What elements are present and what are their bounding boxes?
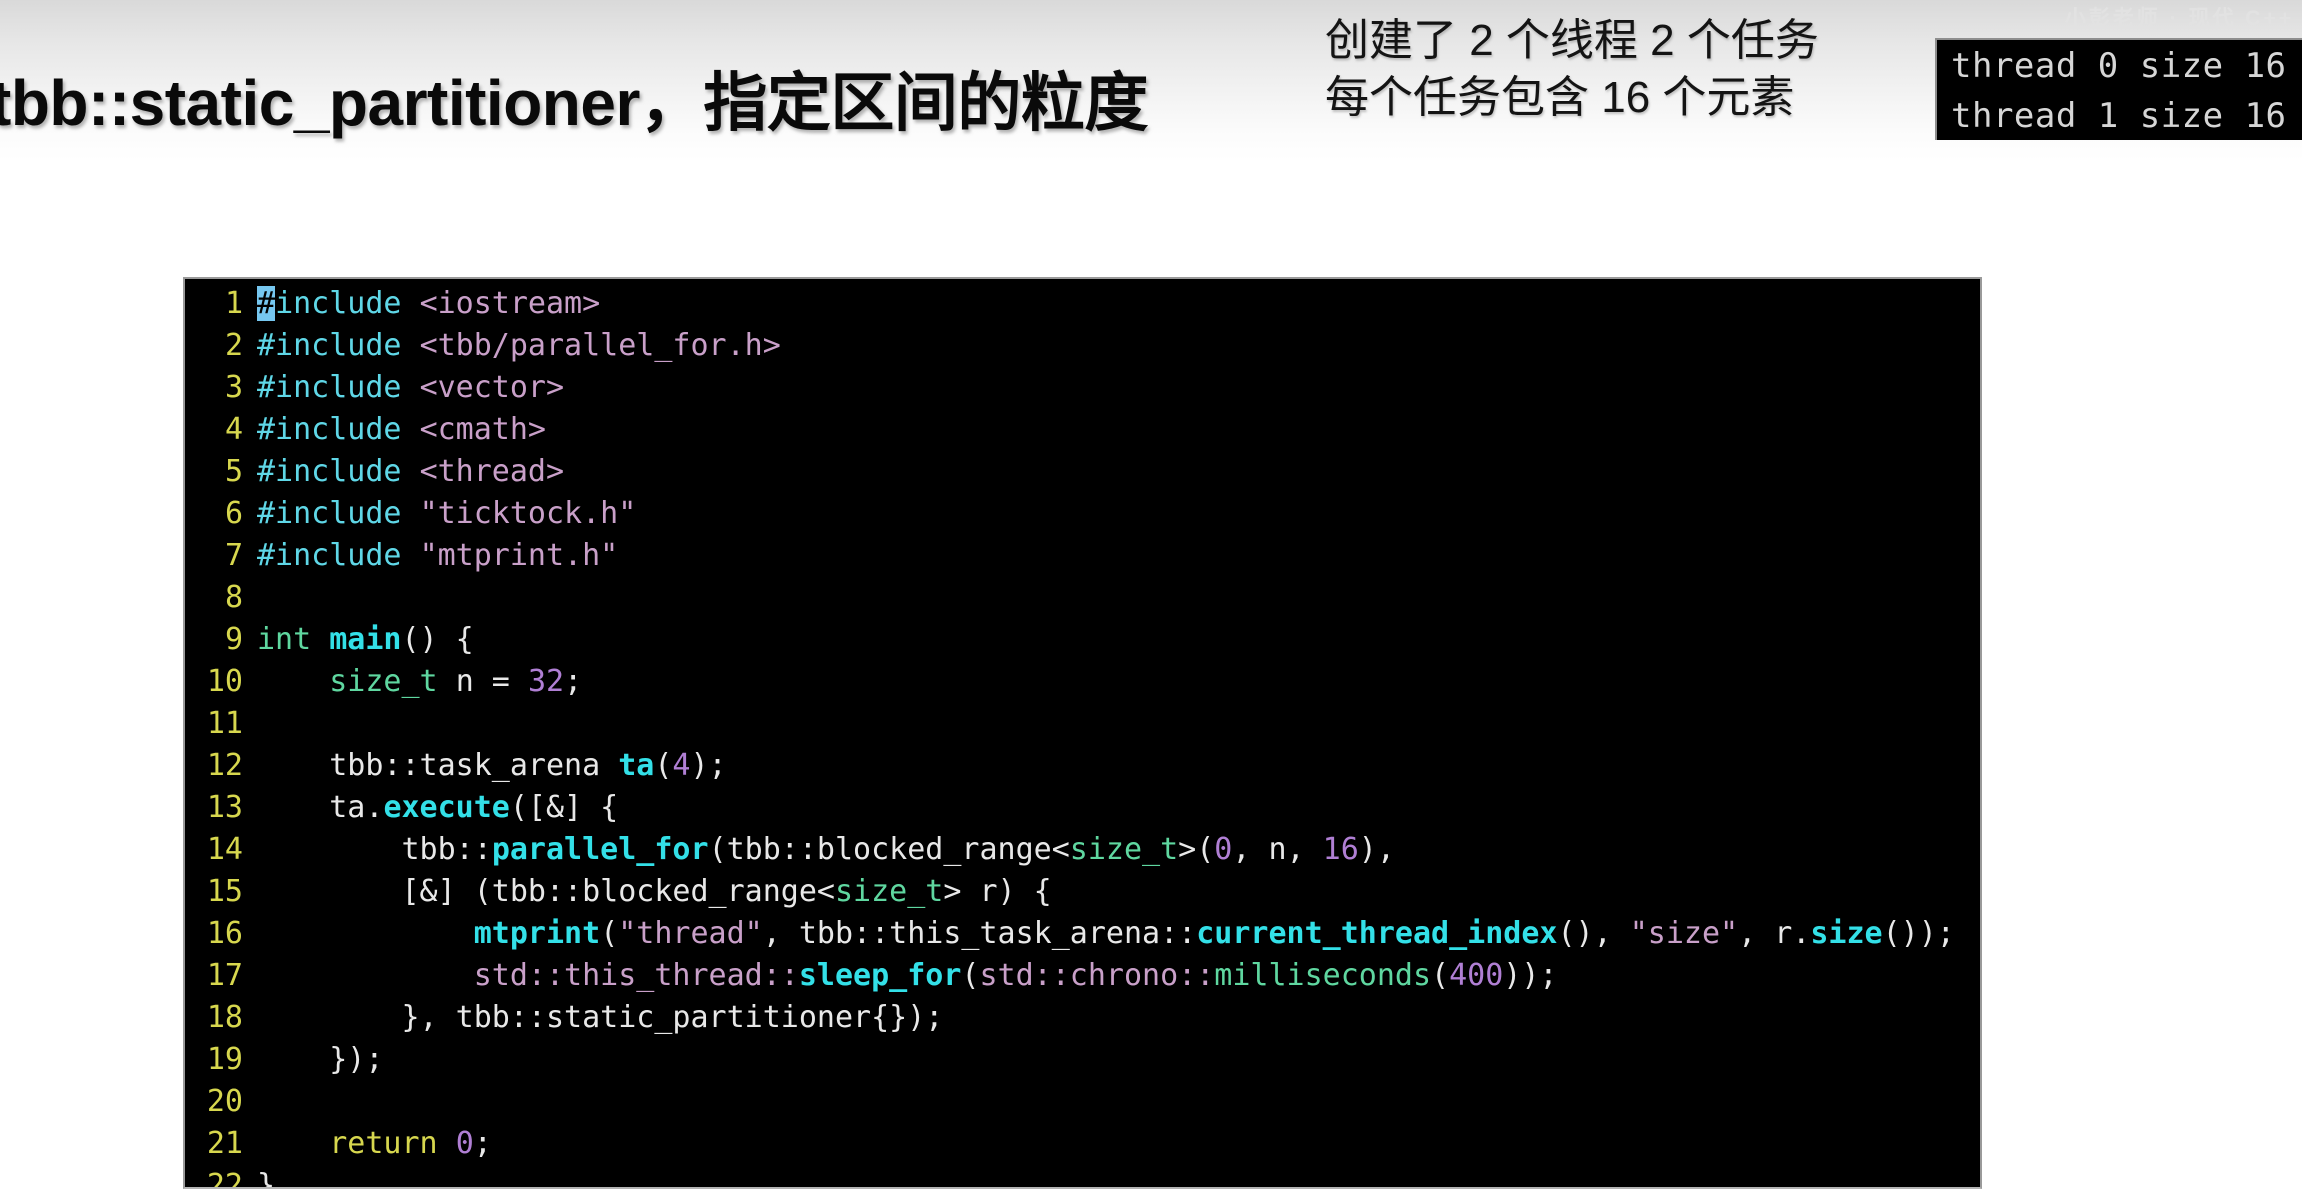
code-line-row: 15 [&] (tbb::blocked_range<size_t> r) {: [185, 871, 1980, 913]
code-line-content[interactable]: }, tbb::static_partitioner{});: [257, 997, 944, 1039]
code-line-row: 18 }, tbb::static_partitioner{});: [185, 997, 1980, 1039]
code-line-row: 7 #include "mtprint.h": [185, 535, 1980, 577]
line-number: 21: [206, 1126, 243, 1161]
code-line-content[interactable]: #include <iostream>: [257, 283, 600, 325]
line-number: 9: [224, 622, 243, 657]
code-line-content[interactable]: #include <cmath>: [257, 409, 546, 451]
terminal-output-panel: thread 0 size 16 thread 1 size 16: [1935, 38, 2302, 140]
code-line-row: 21 return 0;: [185, 1123, 1980, 1165]
code-line-content[interactable]: #include <thread>: [257, 451, 564, 493]
code-line-content[interactable]: #include <tbb/parallel_for.h>: [257, 325, 781, 367]
code-line-content[interactable]: mtprint("thread", tbb::this_task_arena::…: [257, 913, 1955, 955]
line-number: 6: [224, 496, 243, 531]
code-line-content[interactable]: [&] (tbb::blocked_range<size_t> r) {: [257, 871, 1052, 913]
line-number: 14: [206, 832, 243, 867]
code-line-content[interactable]: }: [257, 1165, 275, 1187]
line-number: 16: [206, 916, 243, 951]
code-line-content[interactable]: #include "ticktock.h": [257, 493, 636, 535]
code-line-row: 3 #include <vector>: [185, 367, 1980, 409]
line-number: 2: [224, 328, 243, 363]
code-line-content[interactable]: #include "mtprint.h": [257, 535, 618, 577]
terminal-line: thread 0 size 16: [1951, 46, 2287, 86]
code-line-row: 14 tbb::parallel_for(tbb::blocked_range<…: [185, 829, 1980, 871]
line-number: 7: [224, 538, 243, 573]
code-line-row: 22 }: [185, 1165, 1980, 1189]
code-line-row: 16 mtprint("thread", tbb::this_task_aren…: [185, 913, 1980, 955]
line-number: 11: [206, 706, 243, 741]
annotation-note: 创建了 2 个线程 2 个任务 每个任务包含 16 个元素: [1325, 12, 1819, 126]
line-number: 5: [224, 454, 243, 489]
page-title: tbb::static_partitioner，指定区间的粒度: [0, 66, 1148, 139]
line-number: 1: [224, 286, 243, 321]
code-line-row: 19 });: [185, 1039, 1980, 1081]
code-line-row: 11: [185, 703, 1980, 745]
code-line-content[interactable]: std::this_thread::sleep_for(std::chrono:…: [257, 955, 1558, 997]
code-line-content[interactable]: return 0;: [257, 1123, 492, 1165]
code-line-row: 12 tbb::task_arena ta(4);: [185, 745, 1980, 787]
code-line-row: 9 int main() {: [185, 619, 1980, 661]
code-line-row: 13 ta.execute([&] {: [185, 787, 1980, 829]
code-line-content[interactable]: #include <vector>: [257, 367, 564, 409]
code-line-content[interactable]: size_t n = 32;: [257, 661, 582, 703]
line-number: 10: [206, 664, 243, 699]
line-number: 19: [206, 1042, 243, 1077]
code-line-content[interactable]: ta.execute([&] {: [257, 787, 618, 829]
line-number: 3: [224, 370, 243, 405]
code-lines-container: 1 #include <iostream> 2 #include <tbb/pa…: [185, 279, 1980, 1189]
line-number: 20: [206, 1084, 243, 1119]
terminal-line: thread 1 size 16: [1951, 96, 2287, 136]
code-line-content[interactable]: tbb::task_arena ta(4);: [257, 745, 726, 787]
code-line-content[interactable]: });: [257, 1039, 383, 1081]
line-number: 8: [224, 580, 243, 615]
code-line-row: 6 #include "ticktock.h": [185, 493, 1980, 535]
code-line-row: 2 #include <tbb/parallel_for.h>: [185, 325, 1980, 367]
watermark-text: 小彭老师 · 现代 C++: [2064, 7, 2294, 28]
line-number: 17: [206, 958, 243, 993]
annotation-line-2: 每个任务包含 16 个元素: [1325, 73, 1795, 123]
code-line-content[interactable]: tbb::parallel_for(tbb::blocked_range<siz…: [257, 829, 1395, 871]
line-number: 22: [206, 1168, 243, 1189]
code-line-row: 4 #include <cmath>: [185, 409, 1980, 451]
code-line-row: 10 size_t n = 32;: [185, 661, 1980, 703]
code-line-content[interactable]: int main() {: [257, 619, 474, 661]
code-line-row: 17 std::this_thread::sleep_for(std::chro…: [185, 955, 1980, 997]
code-line-row: 8: [185, 577, 1980, 619]
code-line-row: 20: [185, 1081, 1980, 1123]
annotation-line-1: 创建了 2 个线程 2 个任务: [1325, 16, 1819, 65]
code-editor-panel[interactable]: 1 #include <iostream> 2 #include <tbb/pa…: [183, 277, 1982, 1189]
line-number: 13: [206, 790, 243, 825]
line-number: 12: [206, 748, 243, 783]
line-number: 15: [206, 874, 243, 909]
line-number: 18: [206, 1000, 243, 1035]
code-line-row: 5 #include <thread>: [185, 451, 1980, 493]
code-line-row: 1 #include <iostream>: [185, 283, 1980, 325]
line-number: 4: [224, 412, 243, 447]
